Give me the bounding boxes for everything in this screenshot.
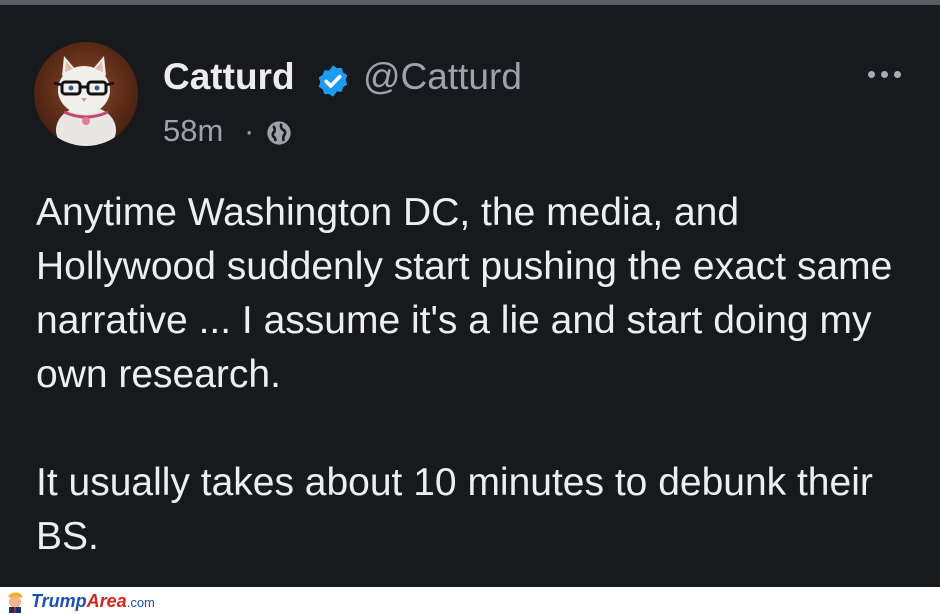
watermark-brand[interactable]: TrumpArea.com (31, 590, 155, 614)
author-display-name[interactable]: Catturd (163, 54, 295, 100)
meta-separator: · (244, 113, 255, 148)
trump-caricature-logo-icon (8, 592, 23, 613)
more-options-button[interactable] (860, 60, 908, 88)
cat-with-glasses-avatar-icon (53, 56, 116, 146)
post-paragraph: Anytime Washington DC, the media, and Ho… (36, 191, 893, 396)
post-text: Anytime Washington DC, the media, and Ho… (36, 186, 916, 564)
post-paragraph: It usually takes about 10 minutes to deb… (36, 461, 873, 558)
verified-badge-icon (318, 65, 348, 97)
author-handle[interactable]: @Catturd (363, 54, 522, 100)
author-avatar[interactable] (34, 42, 138, 146)
globe-icon (267, 121, 291, 145)
more-horizontal-icon (867, 70, 875, 78)
post-timestamp[interactable]: 58m (163, 111, 223, 151)
